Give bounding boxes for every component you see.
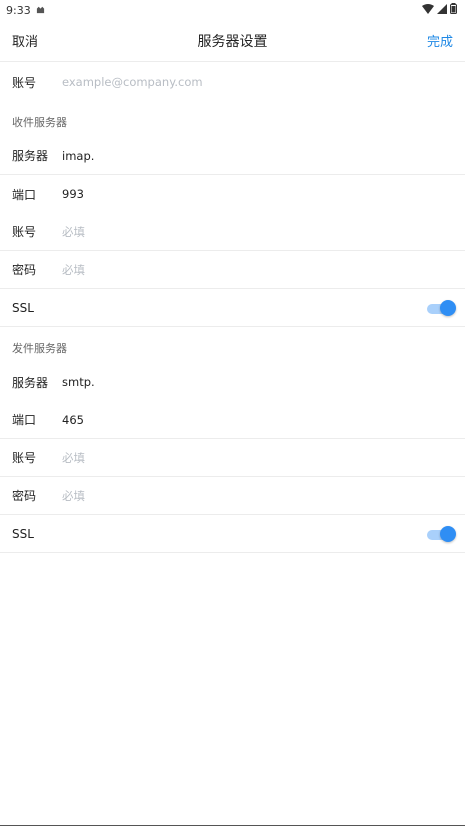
outgoing-password-input[interactable]	[62, 488, 402, 503]
incoming-account-row: 账号	[0, 213, 465, 251]
outgoing-server-input[interactable]: smtp.	[62, 375, 95, 389]
status-time: 9:33	[6, 3, 31, 17]
incoming-port-input[interactable]: 993	[62, 187, 84, 201]
incoming-ssl-label: SSL	[12, 300, 34, 315]
incoming-password-label: 密码	[12, 263, 37, 277]
outgoing-ssl-row: SSL	[0, 515, 465, 553]
outgoing-password-row: 密码	[0, 477, 465, 515]
toggle-thumb	[440, 525, 456, 542]
done-button[interactable]: 完成	[427, 31, 453, 50]
cancel-button[interactable]: 取消	[12, 31, 38, 50]
incoming-password-row: 密码	[0, 251, 465, 289]
wifi-icon	[422, 3, 434, 17]
signal-icon	[437, 3, 447, 17]
outgoing-account-row: 账号	[0, 439, 465, 477]
outgoing-port-input[interactable]: 465	[62, 413, 84, 427]
incoming-server-input[interactable]: imap.	[62, 149, 94, 163]
email-account-input[interactable]	[62, 75, 402, 89]
outgoing-ssl-toggle[interactable]	[427, 525, 456, 542]
bottom-divider	[0, 825, 465, 826]
outgoing-server-label: 服务器	[12, 375, 49, 390]
incoming-account-input[interactable]	[62, 224, 402, 239]
outgoing-port-label: 端口	[12, 413, 37, 427]
email-account-row: 账号	[0, 63, 465, 101]
incoming-ssl-row: SSL	[0, 289, 465, 327]
incoming-server-label: 服务器	[12, 149, 49, 163]
incoming-port-label: 端口	[12, 187, 37, 202]
incoming-ssl-toggle[interactable]	[427, 299, 456, 316]
outgoing-password-label: 密码	[12, 489, 37, 503]
outgoing-ssl-label: SSL	[12, 526, 34, 541]
android-notification-icon	[36, 4, 45, 17]
outgoing-account-input[interactable]	[62, 450, 402, 465]
outgoing-port-row: 端口 465	[0, 401, 465, 439]
status-right	[422, 3, 457, 17]
incoming-section-title: 收件服务器	[12, 116, 67, 129]
status-bar: 9:33	[0, 0, 465, 20]
incoming-port-row: 端口 993	[0, 175, 465, 213]
incoming-server-row: 服务器 imap.	[0, 137, 465, 175]
outgoing-section-title: 发件服务器	[12, 342, 67, 355]
incoming-account-label: 账号	[12, 225, 37, 239]
outgoing-server-row: 服务器 smtp.	[0, 363, 465, 401]
page-title: 服务器设置	[197, 33, 268, 50]
battery-icon	[450, 3, 457, 17]
header-bar: 取消 服务器设置 完成	[0, 20, 465, 62]
outgoing-account-label: 账号	[12, 451, 37, 465]
email-account-label: 账号	[12, 75, 37, 90]
status-left: 9:33	[6, 4, 45, 17]
incoming-password-input[interactable]	[62, 262, 402, 277]
toggle-thumb	[440, 299, 456, 316]
